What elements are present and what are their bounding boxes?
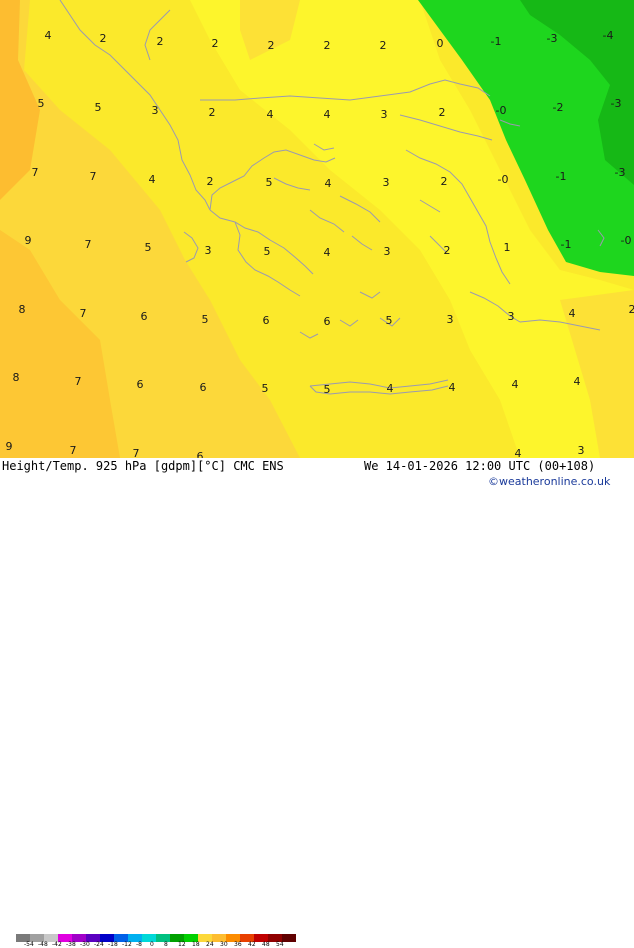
value-label: 4	[574, 375, 581, 388]
legend-tick: -18	[108, 941, 118, 948]
value-label: -0	[496, 104, 507, 117]
legend-tick: 48	[262, 941, 270, 948]
value-label: 6	[324, 315, 331, 328]
value-label: 4	[267, 108, 274, 121]
value-label: 2	[212, 37, 219, 50]
value-label: 7	[80, 307, 87, 320]
value-label: -1	[556, 170, 567, 183]
value-label: 6	[137, 378, 144, 391]
value-label: -2	[553, 101, 564, 114]
value-label: 7	[32, 166, 39, 179]
value-label: 5	[38, 97, 45, 110]
value-label: 5	[262, 382, 269, 395]
value-label: 7	[70, 444, 77, 457]
legend-tick: 18	[192, 941, 200, 948]
value-label: 2	[268, 39, 275, 52]
legend-swatch	[142, 934, 156, 942]
value-label: 2	[441, 175, 448, 188]
legend-tick: 24	[206, 941, 214, 948]
value-label: 3	[508, 310, 515, 323]
value-label: -0	[498, 173, 509, 186]
legend-tick: -24	[94, 941, 104, 948]
legend-tick: -42	[52, 941, 62, 948]
value-label: 5	[95, 101, 102, 114]
value-label: 3	[205, 244, 212, 257]
legend-tick: 12	[178, 941, 186, 948]
value-label: 3	[384, 245, 391, 258]
legend-swatch	[282, 934, 296, 942]
value-label: 6	[197, 450, 204, 458]
value-label: 2	[380, 39, 387, 52]
value-label: 5	[266, 176, 273, 189]
value-label: 5	[202, 313, 209, 326]
value-label: 5	[386, 314, 393, 327]
value-label: 2	[444, 244, 451, 257]
value-label: 4	[325, 177, 332, 190]
value-label: 3	[381, 108, 388, 121]
value-label: -0	[621, 234, 632, 247]
value-label: -1	[491, 35, 502, 48]
legend-tick: -8	[136, 941, 142, 948]
map-canvas: 4 2 2 2 2 2 2 0 -1 -3 -4 5 5 3 2 4 4 3 2 -0 -2 -3 7 7 4 2 5 4 3 2 -0 -1…	[0, 0, 634, 458]
value-label: 9	[25, 234, 32, 247]
value-label: 4	[324, 108, 331, 121]
legend-tick: -38	[66, 941, 76, 948]
value-label: 0	[437, 37, 444, 50]
value-label: 3	[447, 313, 454, 326]
valid-time: We 14-01-2026 12:00 UTC (00+108)	[364, 459, 595, 473]
value-label: 4	[387, 382, 394, 395]
value-label: 7	[85, 238, 92, 251]
value-label: 5	[264, 245, 271, 258]
value-label: 3	[152, 104, 159, 117]
value-label: 4	[45, 29, 52, 42]
value-label: 2	[324, 39, 331, 52]
value-label: 4	[569, 307, 576, 320]
legend-tick: -12	[122, 941, 132, 948]
legend-tick: 30	[220, 941, 228, 948]
value-label: 1	[504, 241, 511, 254]
legend-tick: 8	[164, 941, 168, 948]
value-label: -1	[561, 238, 572, 251]
map-area: 4 2 2 2 2 2 2 0 -1 -3 -4 5 5 3 2 4 4 3 2 -0 -2 -3 7 7 4 2 5 4 3 2 -0 -1…	[0, 0, 634, 458]
value-label: 2	[209, 106, 216, 119]
legend-tick: -48	[38, 941, 48, 948]
value-label: 2	[629, 303, 634, 316]
value-label: 5	[324, 383, 331, 396]
legend-tick: -30	[80, 941, 90, 948]
value-label: 7	[133, 447, 140, 458]
value-label: 8	[19, 303, 26, 316]
footer: Height/Temp. 925 hPa [gdpm][°C] CMC ENS …	[0, 458, 634, 490]
legend-tick: 54	[276, 941, 284, 948]
value-label: -4	[603, 29, 614, 42]
value-label: 2	[157, 35, 164, 48]
value-label: 9	[6, 440, 13, 453]
value-label: 4	[515, 447, 522, 458]
legend-tick: 36	[234, 941, 242, 948]
value-label: -3	[547, 32, 558, 45]
value-label: 7	[75, 375, 82, 388]
value-label: 4	[324, 246, 331, 259]
legend-tick: -54	[24, 941, 34, 948]
value-label: 6	[263, 314, 270, 327]
map-title: Height/Temp. 925 hPa [gdpm][°C] CMC ENS	[2, 459, 284, 473]
legend-swatch	[156, 934, 170, 942]
value-label: 3	[383, 176, 390, 189]
credit-link[interactable]: ©weatheronline.co.uk	[488, 475, 610, 488]
value-label: 2	[100, 32, 107, 45]
value-label: 8	[13, 371, 20, 384]
value-label: -3	[615, 166, 626, 179]
value-label: 6	[200, 381, 207, 394]
value-label: 4	[512, 378, 519, 391]
legend-tick: 42	[248, 941, 256, 948]
value-label: 5	[145, 241, 152, 254]
value-label: 3	[578, 444, 585, 457]
value-label: 6	[141, 310, 148, 323]
value-label: 7	[90, 170, 97, 183]
legend-tick: 0	[150, 941, 154, 948]
value-label: 4	[449, 381, 456, 394]
value-label: 2	[439, 106, 446, 119]
value-label: 4	[149, 173, 156, 186]
value-label: -3	[611, 97, 622, 110]
value-label: 2	[207, 175, 214, 188]
